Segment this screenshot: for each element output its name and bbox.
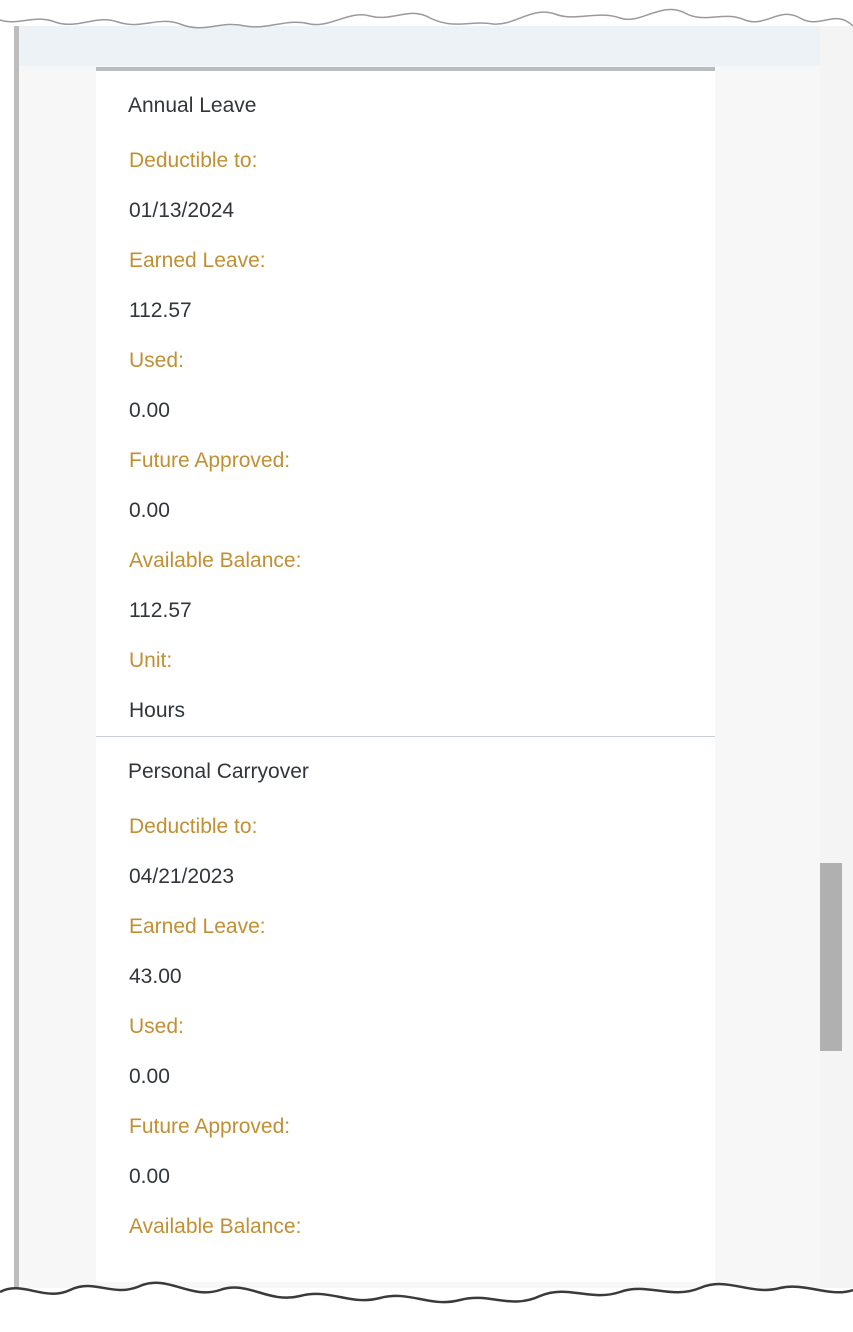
future-approved-value: 0.00 [129, 1165, 170, 1188]
future-approved-label: Future Approved: [129, 1115, 291, 1138]
earned-leave-label: Earned Leave: [129, 915, 266, 938]
used-value: 0.00 [129, 1065, 170, 1088]
earned-leave-label: Earned Leave: [129, 249, 266, 272]
future-approved-label: Future Approved: [129, 449, 291, 472]
torn-edge-top [0, 0, 853, 29]
group-divider [96, 736, 715, 737]
deductible-value: 04/21/2023 [129, 865, 235, 888]
unit-label: Unit: [129, 649, 173, 672]
future-approved-value: 0.00 [129, 499, 170, 522]
leave-balance-panel[interactable]: Annual Leave Deductible to: 01/13/2024 E… [96, 67, 715, 1282]
torn-edge-bottom [0, 1281, 853, 1332]
leave-group-annual: Annual Leave Deductible to: 01/13/2024 E… [96, 76, 715, 736]
used-label: Used: [129, 349, 184, 372]
earned-leave-value: 43.00 [129, 965, 182, 988]
used-value: 0.00 [129, 399, 170, 422]
scrollbar-thumb[interactable] [820, 863, 842, 1051]
unit-value: Hours [129, 699, 186, 722]
screenshot-frame: Annual Leave Deductible to: 01/13/2024 E… [0, 0, 853, 1332]
used-label: Used: [129, 1015, 184, 1038]
group-title: Annual Leave [128, 94, 257, 117]
deductible-label: Deductible to: [129, 815, 258, 838]
available-balance-label: Available Balance: [129, 1215, 302, 1238]
group-title: Personal Carryover [128, 760, 309, 783]
deductible-value: 01/13/2024 [129, 199, 235, 222]
deductible-label: Deductible to: [129, 149, 258, 172]
available-balance-value: 112.57 [129, 599, 192, 622]
earned-leave-value: 112.57 [129, 299, 192, 322]
leave-group-personal-carryover: Personal Carryover Deductible to: 04/21/… [96, 742, 715, 1252]
available-balance-label: Available Balance: [129, 549, 302, 572]
vertical-scrollbar[interactable] [820, 26, 853, 1288]
